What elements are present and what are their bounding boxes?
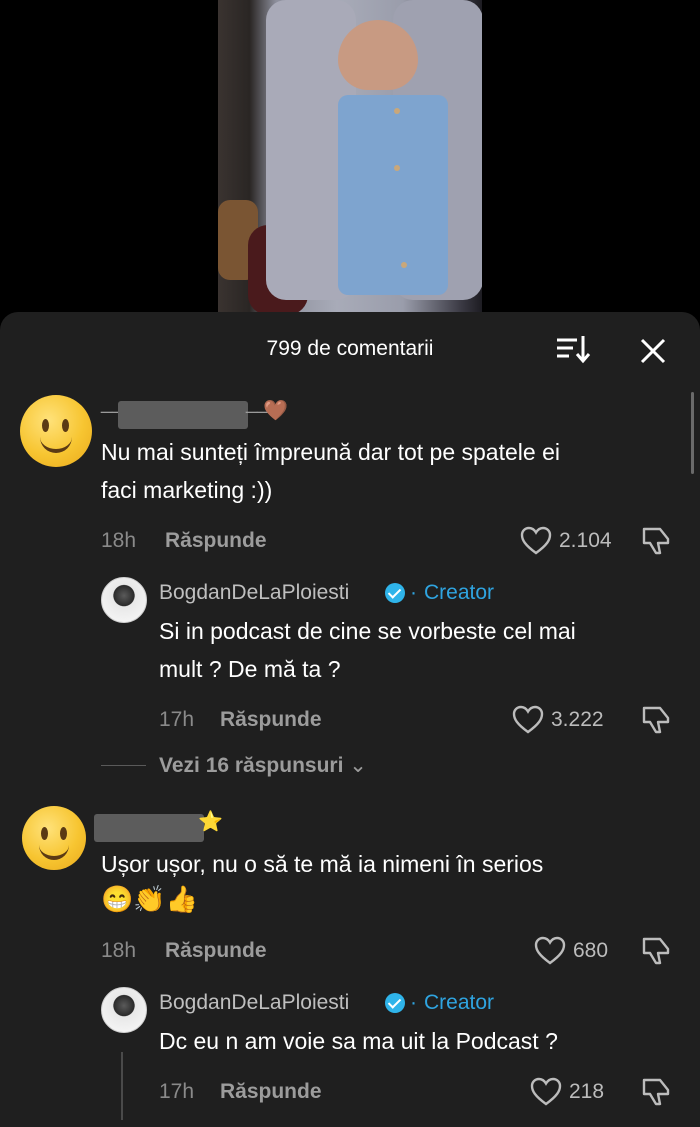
- star-icon: ⭐: [198, 811, 223, 833]
- jacket-button: [394, 108, 400, 114]
- reply-text: Si in podcast de cine se vorbeste cel ma…: [159, 618, 576, 682]
- comments-count-title: 799 de comentarii: [266, 337, 434, 360]
- scrollbar[interactable]: [691, 392, 694, 474]
- like-count: 2.104: [559, 529, 612, 552]
- close-icon[interactable]: [636, 334, 670, 368]
- dislike-icon[interactable]: [640, 704, 672, 736]
- comment-emojis: 😁👏👍: [101, 880, 198, 919]
- reply-button[interactable]: Răspunde: [165, 939, 267, 963]
- reply-text: Dc eu n am voie sa ma uit la Podcast ?: [159, 1028, 558, 1054]
- creator-tag: Creator: [424, 581, 495, 604]
- separator-dot: ·: [410, 991, 417, 1014]
- heart-icon[interactable]: [512, 705, 544, 735]
- comment-text: Nu mai sunteți împreună dar tot pe spate…: [101, 439, 560, 503]
- creator-avatar[interactable]: [101, 577, 147, 623]
- grin-emoji-icon: 😁: [101, 884, 134, 914]
- view-replies-line: [101, 765, 146, 766]
- reply-time: 17h: [159, 1080, 195, 1103]
- creator-tag: Creator: [424, 991, 495, 1014]
- dislike-icon[interactable]: [640, 935, 672, 967]
- creator-avatar[interactable]: [101, 987, 147, 1033]
- verified-icon: [385, 993, 405, 1013]
- sort-icon[interactable]: [555, 334, 591, 364]
- shirt: [338, 95, 448, 295]
- reply-username[interactable]: BogdanDeLaPloiesti: [159, 581, 349, 605]
- jacket-button: [394, 165, 400, 171]
- reply-time: 17h: [159, 708, 195, 731]
- chevron-down-icon: ⌄: [349, 754, 367, 777]
- thumbs-up-emoji-icon: 👍: [165, 884, 199, 914]
- comment-text: Ușor ușor, nu o să te mă ia nimeni în se…: [101, 851, 544, 877]
- like-count: 680: [573, 939, 609, 962]
- like-count: 218: [569, 1080, 605, 1103]
- heart-icon[interactable]: [530, 1077, 562, 1107]
- comment-time: 18h: [101, 529, 137, 552]
- reply-button[interactable]: Răspunde: [220, 708, 322, 732]
- reply-button[interactable]: Răspunde: [220, 1080, 322, 1104]
- redacted-username[interactable]: [118, 401, 248, 429]
- separator-dot: ·: [410, 581, 417, 604]
- jacket-button: [401, 262, 407, 268]
- heart-icon[interactable]: [534, 936, 566, 966]
- thread-line: [121, 1052, 123, 1120]
- like-count: 3.222: [551, 708, 604, 731]
- brown-heart-icon: 🤎: [263, 400, 288, 422]
- redacted-username[interactable]: [94, 814, 204, 842]
- reply-username[interactable]: BogdanDeLaPloiesti: [159, 991, 349, 1015]
- heart-icon[interactable]: [520, 526, 552, 556]
- dislike-icon[interactable]: [640, 1076, 672, 1108]
- hands: [338, 20, 418, 90]
- reply-button[interactable]: Răspunde: [165, 529, 267, 553]
- video-frame[interactable]: [218, 0, 482, 315]
- dislike-icon[interactable]: [640, 525, 672, 557]
- view-replies-button[interactable]: Vezi 16 răspunsuri ⌄: [159, 753, 367, 778]
- comment-time: 18h: [101, 939, 137, 962]
- clap-emoji-icon: 👏: [133, 884, 166, 914]
- smiley-emoji-avatar[interactable]: [22, 806, 86, 870]
- smiley-emoji-avatar[interactable]: [20, 395, 92, 467]
- comments-header: 799 de comentarii: [0, 312, 700, 384]
- verified-icon: [385, 583, 405, 603]
- comments-sheet: 799 de comentarii __ __ 🤎 Nu mai sunteți…: [0, 312, 700, 1127]
